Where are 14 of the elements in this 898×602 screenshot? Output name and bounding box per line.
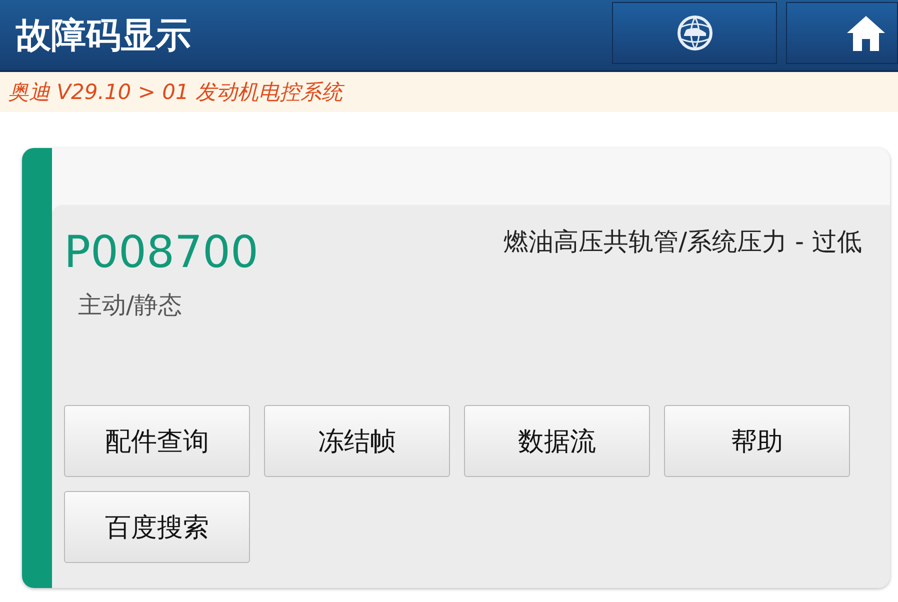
- action-button[interactable]: 数据流: [464, 405, 650, 477]
- action-button[interactable]: 冻结帧: [264, 405, 450, 477]
- action-button[interactable]: 配件查询: [64, 405, 250, 477]
- page-title: 故障码显示: [14, 14, 191, 58]
- action-button[interactable]: 百度搜索: [64, 491, 250, 563]
- home-button[interactable]: [786, 2, 898, 64]
- home-icon: [845, 13, 887, 53]
- globe-car-icon: [674, 13, 714, 53]
- globe-car-button[interactable]: [612, 2, 777, 64]
- action-button[interactable]: 帮助: [664, 405, 850, 477]
- fault-description: 燃油高压共轨管/系统压力 - 过低: [504, 226, 863, 258]
- breadcrumb: 奥迪 V29.10 > 01 发动机电控系统: [8, 79, 343, 106]
- fault-code: P008700: [64, 226, 258, 280]
- fault-status: 主动/静态: [77, 290, 184, 321]
